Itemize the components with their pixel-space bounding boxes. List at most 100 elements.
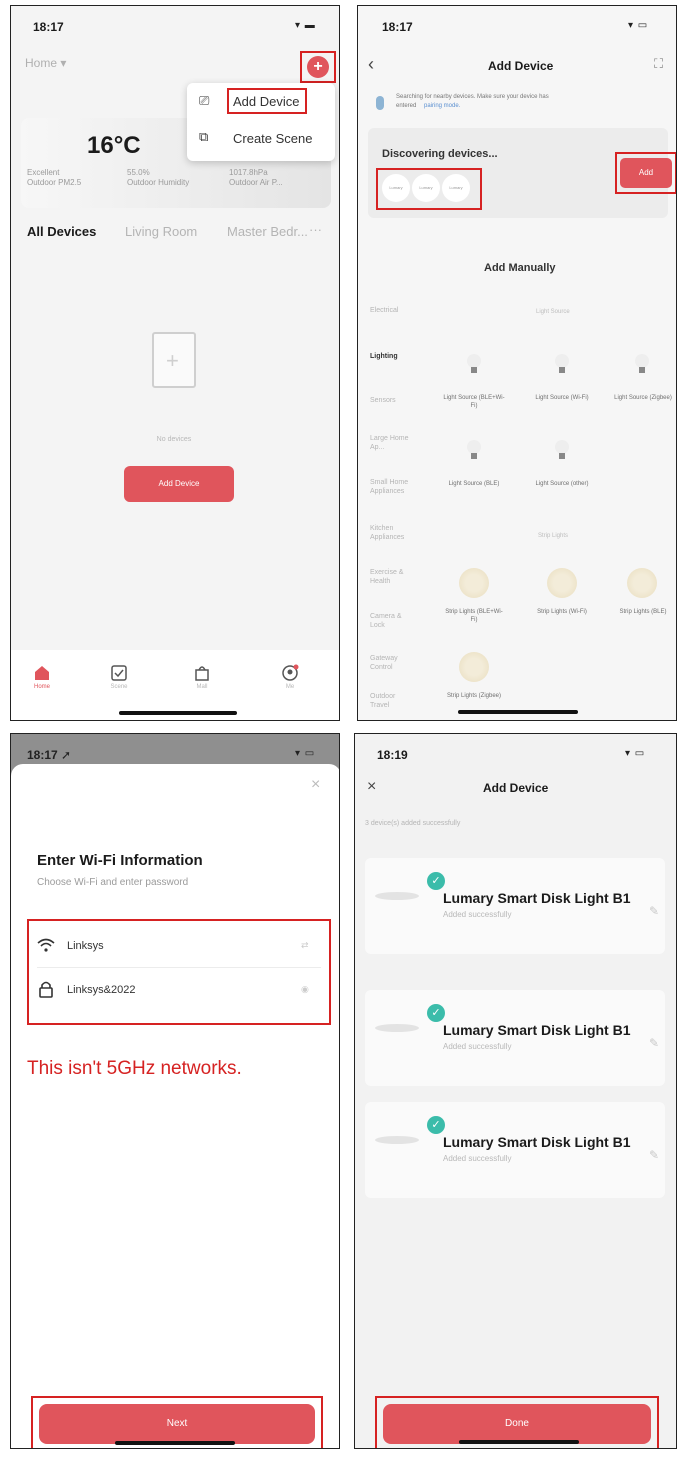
device-status: Added successfully — [443, 1042, 512, 1051]
bulb-icon — [555, 354, 569, 373]
nav-me-label: Me — [285, 684, 295, 690]
close-icon[interactable]: × — [367, 778, 376, 796]
status-icons: ▾ ▭ — [628, 20, 649, 31]
nav-home-label: Home — [33, 684, 50, 690]
home-indicator — [115, 1441, 235, 1445]
add-menu: ⎚ Add Device ⧉ Create Scene — [187, 83, 335, 161]
bulb-icon — [635, 354, 649, 373]
highlight-add-button — [615, 152, 676, 194]
pm25-label: Outdoor PM2.5 — [27, 178, 82, 187]
bulb-icon — [467, 440, 481, 459]
home-nav-icon[interactable] — [33, 664, 51, 682]
device-option[interactable]: Light Source (BLE+Wi-Fi) — [443, 394, 505, 410]
done-button[interactable]: Done — [383, 1404, 651, 1444]
home-selector[interactable]: Home ▾ — [25, 56, 66, 70]
category-sensors[interactable]: Sensors — [370, 396, 430, 405]
tabs-more-icon[interactable]: ··· — [309, 222, 322, 237]
device-option[interactable]: Strip Lights (Zigbee) — [443, 692, 505, 700]
pairing-mode-link[interactable]: pairing mode. — [424, 103, 460, 109]
disk-light-image — [375, 892, 419, 900]
ssid-value: Linksys — [67, 940, 104, 952]
category-outdoor-travel[interactable]: Outdoor Travel — [370, 692, 412, 710]
check-icon: ✓ — [427, 1004, 445, 1022]
category-large-home-appliances[interactable]: Large Home Ap... — [370, 434, 412, 452]
status-icons: ▾ ▭ — [625, 748, 646, 759]
added-device-card[interactable]: ✓ Lumary Smart Disk Light B1 Added succe… — [365, 990, 665, 1086]
pm25-value: Excellent — [27, 168, 60, 177]
bluetooth-icon — [376, 96, 384, 110]
category-camera-lock[interactable]: Camera & Lock — [370, 612, 412, 630]
status-time: 18:19 — [377, 748, 408, 762]
me-nav-icon[interactable] — [281, 664, 299, 682]
switch-network-icon[interactable]: ⇄ — [301, 940, 309, 951]
ssid-field[interactable]: Linksys ⇄ — [37, 928, 321, 968]
nav-mall-label: Mall — [196, 684, 208, 690]
category-small-home-appliances[interactable]: Small Home Appliances — [370, 478, 412, 496]
strip-light-icon — [547, 568, 577, 598]
mall-nav-icon[interactable] — [193, 664, 211, 682]
password-value: Linksys&2022 — [67, 984, 136, 996]
edit-icon[interactable]: ✎ — [649, 904, 659, 918]
bottom-nav: Home Scene Mall Me — [11, 650, 339, 720]
search-note-2: entered — [396, 103, 417, 109]
section-light-source: Light Source — [536, 309, 570, 315]
discovering-text: Discovering devices... — [382, 148, 498, 160]
added-device-card[interactable]: ✓ Lumary Smart Disk Light B1 Added succe… — [365, 858, 665, 954]
add-device-button[interactable]: Add Device — [124, 466, 234, 502]
tab-master-bedroom[interactable]: Master Bedr... — [227, 224, 308, 239]
device-option[interactable]: Strip Lights (Wi-Fi) — [531, 608, 593, 616]
scene-icon: ⧉ — [199, 129, 209, 144]
tab-all-devices[interactable]: All Devices — [27, 224, 96, 239]
device-option[interactable]: Strip Lights (BLE+Wi-Fi) — [443, 608, 505, 624]
device-option[interactable]: Light Source (other) — [531, 480, 593, 488]
category-gateway-control[interactable]: Gateway Control — [370, 654, 412, 672]
temperature: 16°C — [87, 132, 141, 159]
next-button[interactable]: Next — [39, 1404, 315, 1444]
wifi-icon — [37, 938, 55, 952]
pressure-value: 1017.8hPa — [229, 168, 268, 177]
eye-icon[interactable]: ◉ — [301, 984, 309, 995]
close-icon[interactable]: × — [311, 776, 320, 794]
category-kitchen-appliances[interactable]: Kitchen Appliances — [370, 524, 412, 542]
password-field[interactable]: Linksys&2022 ◉ — [37, 972, 321, 1012]
category-lighting[interactable]: Lighting — [370, 352, 430, 361]
home-indicator — [119, 711, 237, 715]
edit-icon[interactable]: ✎ — [649, 1148, 659, 1162]
edit-icon[interactable]: ✎ — [649, 1036, 659, 1050]
device-option[interactable]: Light Source (BLE) — [443, 480, 505, 488]
scan-icon[interactable]: ⛶ — [654, 56, 663, 72]
strip-light-icon — [627, 568, 657, 598]
disk-light-image — [375, 1024, 419, 1032]
device-name: Lumary Smart Disk Light B1 — [443, 1134, 631, 1150]
back-icon[interactable]: ‹ — [368, 54, 374, 75]
device-option[interactable]: Light Source (Wi-Fi) — [531, 394, 593, 402]
tab-living-room[interactable]: Living Room — [125, 224, 197, 239]
scene-nav-icon[interactable] — [110, 664, 128, 682]
status-time: 18:17 — [382, 20, 413, 34]
wifi-title: Enter Wi-Fi Information — [37, 852, 203, 869]
bulb-icon — [467, 354, 481, 373]
added-summary: 3 device(s) added successfully — [365, 820, 461, 827]
added-device-card[interactable]: ✓ Lumary Smart Disk Light B1 Added succe… — [365, 1102, 665, 1198]
empty-state-text: No devices — [156, 436, 192, 443]
status-icons: ▾ ▬ — [295, 20, 316, 31]
category-electrical[interactable]: Electrical — [370, 306, 430, 315]
check-icon: ✓ — [427, 872, 445, 890]
search-note-1: Searching for nearby devices. Make sure … — [396, 94, 549, 100]
device-option[interactable]: Light Source (Zigbee) — [612, 394, 674, 402]
device-name: Lumary Smart Disk Light B1 — [443, 1022, 631, 1038]
device-icon: ⎚ — [199, 93, 210, 108]
strip-light-icon — [459, 568, 489, 598]
category-exercise-health[interactable]: Exercise & Health — [370, 568, 412, 586]
device-option[interactable]: Strip Lights (BLE) — [612, 608, 674, 616]
annotation-5ghz-note: This isn't 5GHz networks. — [27, 1058, 242, 1079]
menu-create-scene[interactable]: Create Scene — [233, 131, 313, 146]
device-status: Added successfully — [443, 910, 512, 919]
highlight-discovered-devices — [376, 168, 482, 210]
home-screen: 18:17 ▾ ▬ Home ▾ + 16°C Excellent Outdoo… — [10, 5, 340, 721]
status-time: 18:17 ➚ — [27, 748, 72, 762]
wifi-sheet: × Enter Wi-Fi Information Choose Wi-Fi a… — [11, 764, 339, 1448]
humidity-value: 55.0% — [127, 168, 150, 177]
disk-light-image — [375, 1136, 419, 1144]
page-title: Add Device — [488, 59, 554, 73]
